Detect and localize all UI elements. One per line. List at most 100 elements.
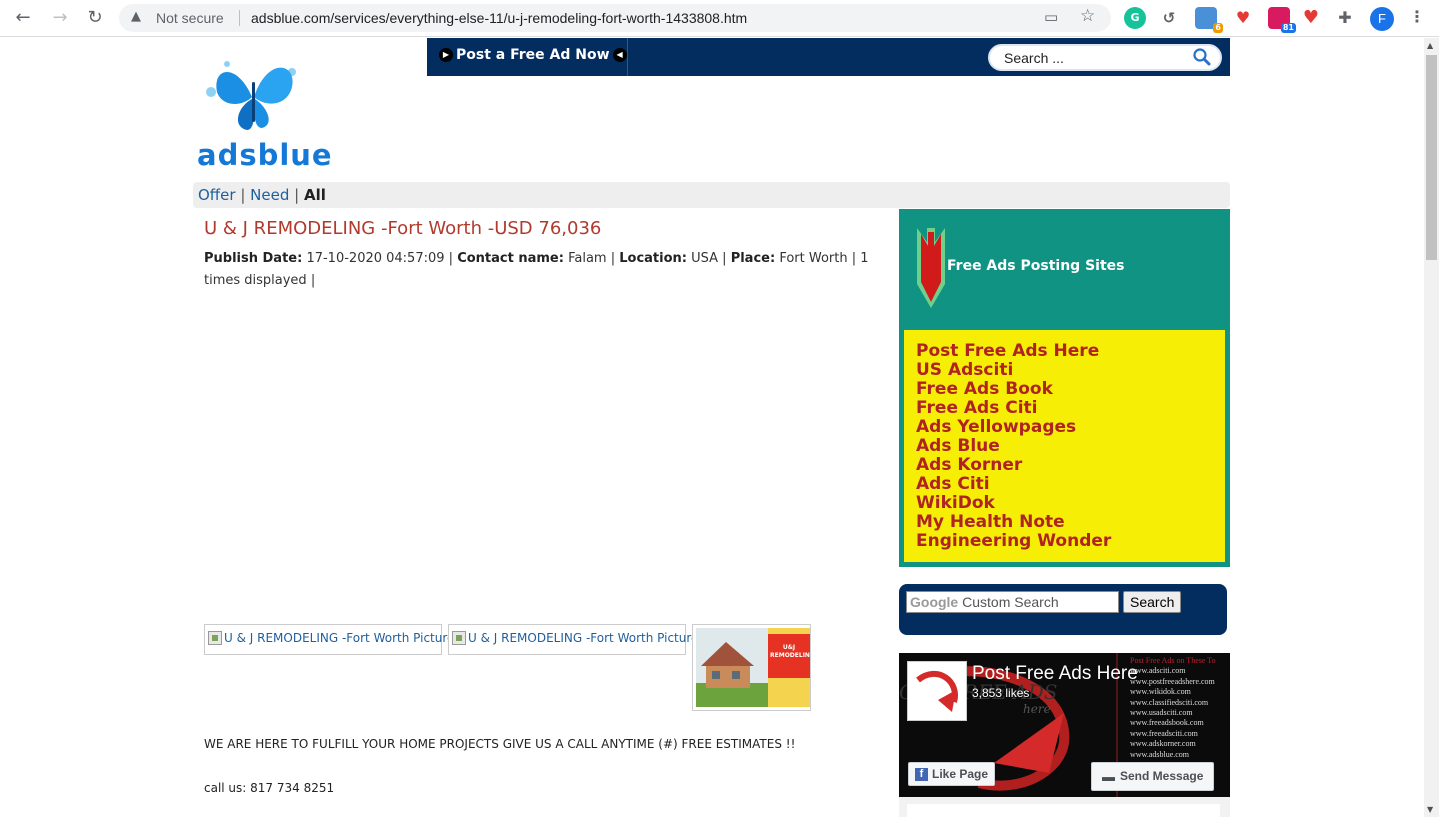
- picture-alt-text: U & J REMODELING -Fort Worth Picture: [224, 631, 455, 645]
- history-icon[interactable]: ↺: [1158, 7, 1180, 29]
- ad-phone: call us: 817 734 8251: [204, 781, 335, 795]
- ad-meta: Publish Date: 17-10-2020 04:57:09 | Cont…: [204, 251, 869, 288]
- red-down-arrow-icon: [917, 228, 945, 308]
- browser-toolbar: ← → ↻ ▲ Not secure adsblue.com/services/…: [0, 0, 1439, 37]
- post-free-ad-label: Post a Free Ad Now: [456, 47, 610, 63]
- site-link[interactable]: Post Free Ads Here: [916, 342, 1111, 361]
- facebook-f-icon: f: [915, 767, 928, 781]
- extension-badge-icon[interactable]: 6: [1195, 7, 1223, 33]
- search-icon[interactable]: [1192, 47, 1212, 67]
- free-ads-sites-panel: Free Ads Posting Sites Post Free Ads Her…: [899, 209, 1230, 567]
- site-search-input[interactable]: Search ...: [1004, 50, 1064, 66]
- house-sign-text: U&J REMODELING: [770, 644, 810, 659]
- site-link[interactable]: Engineering Wonder: [916, 532, 1111, 551]
- filter-offer-link[interactable]: Offer: [198, 186, 236, 204]
- grammarly-icon[interactable]: G: [1124, 7, 1146, 29]
- topbar-divider: [627, 38, 628, 76]
- arrow-left-icon: ◀: [612, 48, 627, 62]
- filter-separator: |: [240, 186, 246, 204]
- omnibox-divider: [239, 10, 240, 26]
- site-link[interactable]: Ads Yellowpages: [916, 418, 1111, 437]
- site-logo[interactable]: adsblue: [197, 52, 332, 172]
- scroll-thumb[interactable]: [1426, 55, 1437, 260]
- cover-site: www.adsciti.com: [1130, 666, 1186, 676]
- ad-house-photo[interactable]: U&J REMODELING: [692, 624, 811, 711]
- site-link[interactable]: US Adsciti: [916, 361, 1111, 380]
- cover-site: www.freeadsciti.com: [1130, 728, 1198, 738]
- facebook-widget-footer: [899, 797, 1230, 817]
- cover-site: www.classifiedsciti.com: [1130, 697, 1209, 707]
- site-link[interactable]: WikiDok: [916, 494, 1111, 513]
- butterfly-logo-icon: [206, 61, 296, 130]
- filter-all-link[interactable]: All: [304, 186, 326, 204]
- ad-picture-thumbnail[interactable]: U & J REMODELING -Fort Worth Picture: [448, 624, 698, 655]
- heart-icon[interactable]: ♥: [1300, 7, 1322, 29]
- bookmark-star-icon[interactable]: ☆: [1080, 6, 1095, 26]
- site-topbar: ▶ Post a Free Ad Now ◀ Search ...: [427, 38, 1230, 76]
- site-link[interactable]: Free Ads Citi: [916, 399, 1111, 418]
- warning-icon: ▲: [131, 9, 141, 24]
- ad-picture-thumbnail[interactable]: U & J REMODELING -Fort Worth Picture: [204, 624, 454, 655]
- broken-image-icon: [452, 631, 466, 645]
- site-link[interactable]: Free Ads Book: [916, 380, 1111, 399]
- house-illustration: [696, 628, 810, 707]
- page-scrollbar[interactable]: ▲ ▼: [1424, 38, 1439, 817]
- custom-search-button[interactable]: Search: [1123, 591, 1182, 613]
- cover-site: www.adskorner.com: [1130, 739, 1196, 749]
- cover-list-header: Post Free Ads on These To: [1130, 656, 1216, 665]
- site-link[interactable]: My Health Note: [916, 513, 1111, 532]
- free-ads-links-box: Post Free Ads Here US Adsciti Free Ads B…: [904, 330, 1225, 562]
- extension-calendar-icon[interactable]: 81: [1268, 7, 1296, 33]
- like-page-label: Like Page: [932, 767, 989, 781]
- cover-site: www.usadsciti.com: [1130, 708, 1193, 718]
- forward-icon[interactable]: →: [47, 6, 73, 30]
- cover-site: www.adsblue.com: [1130, 749, 1190, 759]
- place-label: Place:: [730, 251, 776, 266]
- url-text[interactable]: adsblue.com/services/everything-else-11/…: [251, 10, 747, 26]
- facebook-like-page-button[interactable]: f Like Page: [908, 762, 996, 786]
- logo-wordmark: adsblue: [197, 138, 333, 172]
- scroll-up-icon[interactable]: ▲: [1427, 41, 1433, 50]
- custom-search-input[interactable]: Google Custom Search: [906, 591, 1119, 613]
- facebook-page-avatar[interactable]: [907, 661, 967, 721]
- browser-menu-icon[interactable]: ⋮: [1409, 7, 1425, 26]
- facebook-widget-footer-inner: [907, 804, 1220, 817]
- send-message-label: Send Message: [1120, 769, 1204, 783]
- place-value: Fort Worth: [779, 251, 848, 266]
- ad-title: U & J REMODELING -Fort Worth -USD 76,036: [204, 218, 602, 239]
- puzzle-extensions-icon[interactable]: ✚: [1334, 7, 1356, 29]
- extension-badge-count: 6: [1213, 23, 1223, 33]
- site-link[interactable]: Ads Blue: [916, 437, 1111, 456]
- broken-image-icon: [208, 631, 222, 645]
- broken-heart-icon[interactable]: ♥: [1232, 7, 1254, 29]
- message-bubble-icon: ▬: [1102, 769, 1115, 784]
- cover-site: www.wikidok.com: [1130, 687, 1191, 697]
- publish-date-label: Publish Date:: [204, 251, 303, 266]
- publish-date-value: 17-10-2020 04:57:09: [306, 251, 445, 266]
- google-custom-search: Google Custom Search Search: [899, 584, 1227, 635]
- reload-icon[interactable]: ↻: [82, 6, 108, 30]
- google-logo-text: Google: [910, 594, 959, 610]
- site-link[interactable]: Ads Korner: [916, 456, 1111, 475]
- facebook-send-message-button[interactable]: ▬ Send Message: [1091, 762, 1215, 791]
- ad-description: WE ARE HERE TO FULFILL YOUR HOME PROJECT…: [204, 737, 796, 751]
- facebook-avatar-image: [908, 662, 966, 720]
- back-icon[interactable]: ←: [10, 6, 36, 30]
- free-ads-sites-title: Free Ads Posting Sites: [947, 258, 1125, 274]
- scroll-down-icon[interactable]: ▼: [1427, 805, 1433, 814]
- cover-site: www.freeadsbook.com: [1130, 718, 1204, 728]
- site-link[interactable]: Ads Citi: [916, 475, 1111, 494]
- facebook-page-widget: OST FREE ADS here Post Free Ads Here 3,8…: [899, 653, 1230, 797]
- profile-avatar[interactable]: F: [1370, 7, 1394, 31]
- svg-text:here: here: [1023, 702, 1051, 716]
- address-bar[interactable]: ▲ Not secure adsblue.com/services/everyt…: [119, 4, 1111, 32]
- extension-calendar-count: 81: [1280, 23, 1296, 33]
- filter-need-link[interactable]: Need: [250, 186, 289, 204]
- arrow-right-icon: ▶: [439, 48, 453, 62]
- facebook-page-title[interactable]: Post Free Ads Here: [972, 663, 1138, 685]
- post-free-ad-button[interactable]: ▶ Post a Free Ad Now ◀: [439, 47, 627, 63]
- cover-site: www.postfreeadshere.com: [1130, 676, 1215, 686]
- cast-icon[interactable]: ▭: [1044, 8, 1058, 26]
- site-search-box[interactable]: Search ...: [988, 44, 1222, 71]
- filter-separator: |: [294, 186, 300, 204]
